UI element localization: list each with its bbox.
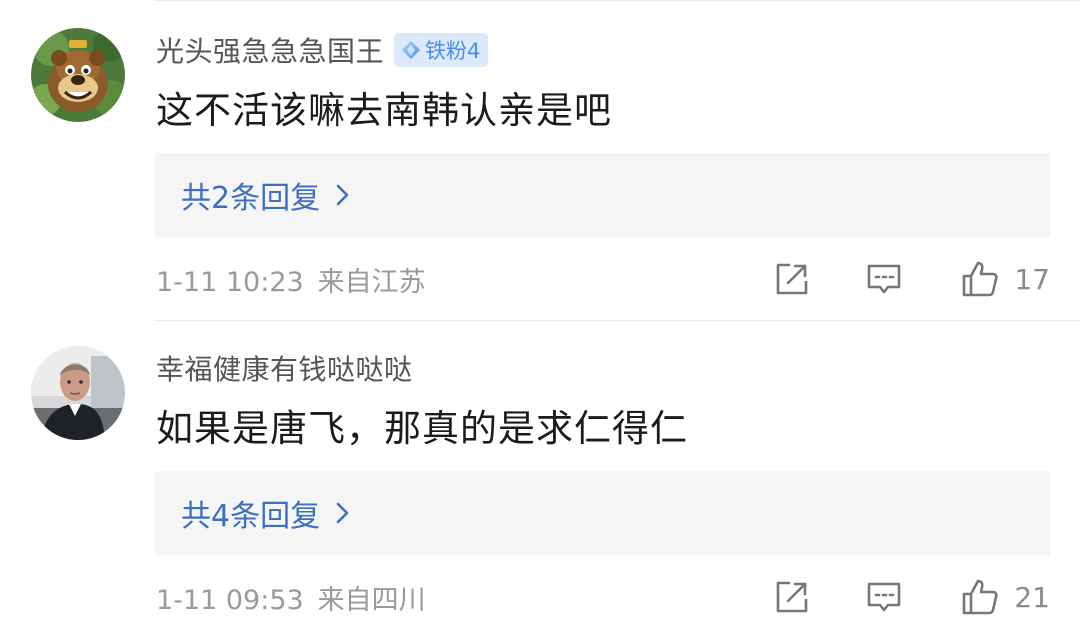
cartoon-bear-avatar [31, 28, 125, 122]
like-count: 17 [1014, 262, 1050, 296]
comment-meta-text: 1-11 10:23 来自江苏 [156, 260, 426, 299]
share-button[interactable] [774, 579, 810, 615]
reply-count-label: 共2条回复 [181, 181, 321, 216]
reply-box: 共4条回复 [155, 471, 1050, 555]
comment-actions: 21 [774, 575, 1050, 619]
comment-icon [868, 582, 901, 612]
like-count: 21 [1014, 580, 1050, 614]
fan-badge[interactable]: 铁粉4 [394, 33, 489, 67]
username-row: 幸福健康有钱哒哒哒 [156, 348, 413, 388]
reply-button[interactable] [866, 579, 902, 615]
diamond-icon [400, 39, 422, 61]
reply-box: 共2条回复 [155, 153, 1050, 237]
avatar[interactable] [31, 28, 125, 122]
view-replies-link[interactable]: 共2条回复 [181, 173, 350, 217]
username[interactable]: 幸福健康有钱哒哒哒 [156, 348, 413, 388]
reply-count-label: 共4条回复 [181, 499, 321, 534]
comment-actions: 17 [774, 257, 1050, 301]
comment-text: 这不活该嘛去南韩认亲是吧 [156, 89, 612, 132]
fan-badge-label: 铁粉4 [425, 39, 481, 63]
username[interactable]: 光头强急急急国王 [156, 30, 384, 70]
share-button[interactable] [774, 261, 810, 297]
man-portrait-avatar [31, 346, 125, 440]
view-replies-link[interactable]: 共4条回复 [181, 491, 350, 535]
like-button[interactable]: 17 [960, 259, 1050, 299]
avatar[interactable] [31, 346, 125, 440]
comment-meta-text: 1-11 09:53 来自四川 [156, 578, 426, 617]
comment-meta: 1-11 09:53 来自四川 21 [156, 575, 1050, 619]
thumbs-up-icon [963, 261, 999, 297]
comment-meta: 1-11 10:23 来自江苏 17 [156, 257, 1050, 301]
comment-location: 来自四川 [317, 584, 426, 616]
comment-location: 来自江苏 [317, 266, 426, 298]
username-row: 光头强急急急国王 铁粉4 [156, 30, 489, 70]
share-icon [777, 263, 808, 295]
comment-time: 1-11 10:23 [156, 266, 304, 298]
chevron-right-icon [336, 502, 350, 524]
chevron-right-icon [336, 184, 350, 206]
comment-item: 光头强急急急国王 铁粉4 这不活该嘛去南韩认亲是吧 共2条回复 1-11 10:… [0, 0, 1080, 318]
comment-icon [868, 264, 901, 294]
like-button[interactable]: 21 [960, 577, 1050, 617]
reply-button[interactable] [866, 261, 902, 297]
comment-time: 1-11 09:53 [156, 584, 304, 616]
comment-text: 如果是唐飞，那真的是求仁得仁 [156, 407, 688, 450]
share-icon [777, 581, 808, 613]
thumbs-up-icon [963, 579, 999, 615]
comment-item: 幸福健康有钱哒哒哒 如果是唐飞，那真的是求仁得仁 共4条回复 1-11 09:5… [0, 318, 1080, 636]
